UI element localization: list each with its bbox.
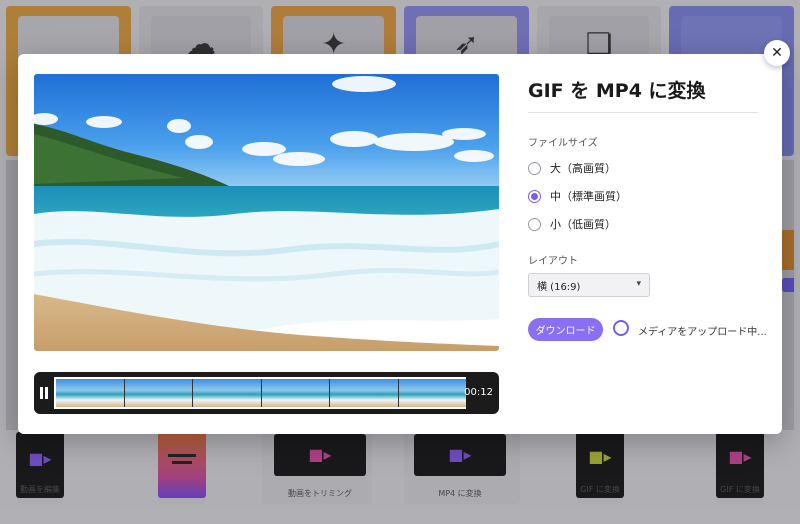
timeline-frame (397, 379, 466, 407)
timeline-frame (56, 379, 124, 407)
layout-select-value: 横 (16:9) (537, 281, 581, 293)
layout-select[interactable]: 横 (16:9) ▾ (528, 273, 650, 297)
file-size-option-medium[interactable]: 中（標準画質） (528, 188, 627, 204)
file-size-label: ファイルサイズ (528, 138, 598, 149)
download-button[interactable]: ダウンロード (528, 318, 603, 341)
file-size-option-large[interactable]: 大（高画質） (528, 160, 616, 176)
title-divider (528, 112, 758, 113)
pause-button[interactable] (34, 372, 54, 414)
timeline-frame (123, 379, 192, 407)
timeline-frames[interactable] (54, 377, 466, 409)
timeline-time: 00:12 (464, 387, 493, 398)
radio-button[interactable] (528, 161, 541, 175)
timeline-frame (329, 379, 398, 407)
radio-label: 大（高画質） (550, 162, 616, 175)
timeline-frame (260, 379, 329, 407)
convert-dialog: 00:12 GIF を MP4 に変換 ファイルサイズ 大（高画質） 中（標準画… (18, 54, 782, 434)
upload-status-text: メディアをアップロード中... (638, 327, 767, 338)
loading-spinner-icon (613, 320, 629, 336)
radio-label: 中（標準画質） (550, 190, 627, 203)
close-button[interactable]: ✕ (764, 40, 790, 66)
pause-icon (39, 387, 49, 399)
radio-button-selected[interactable] (528, 189, 541, 203)
file-size-option-small[interactable]: 小（低画質） (528, 216, 616, 232)
layout-label: レイアウト (528, 256, 578, 267)
radio-button[interactable] (528, 217, 541, 231)
beach-preview-image (34, 74, 499, 351)
timeline-frame (192, 379, 261, 407)
chevron-down-icon: ▾ (636, 279, 641, 289)
gif-timeline[interactable]: 00:12 (34, 372, 499, 414)
dialog-title: GIF を MP4 に変換 (528, 80, 706, 102)
gif-preview (34, 74, 499, 351)
radio-label: 小（低画質） (550, 218, 616, 231)
close-icon: ✕ (771, 45, 783, 61)
settings-panel: GIF を MP4 に変換 ファイルサイズ 大（高画質） 中（標準画質） 小（低… (528, 54, 768, 434)
